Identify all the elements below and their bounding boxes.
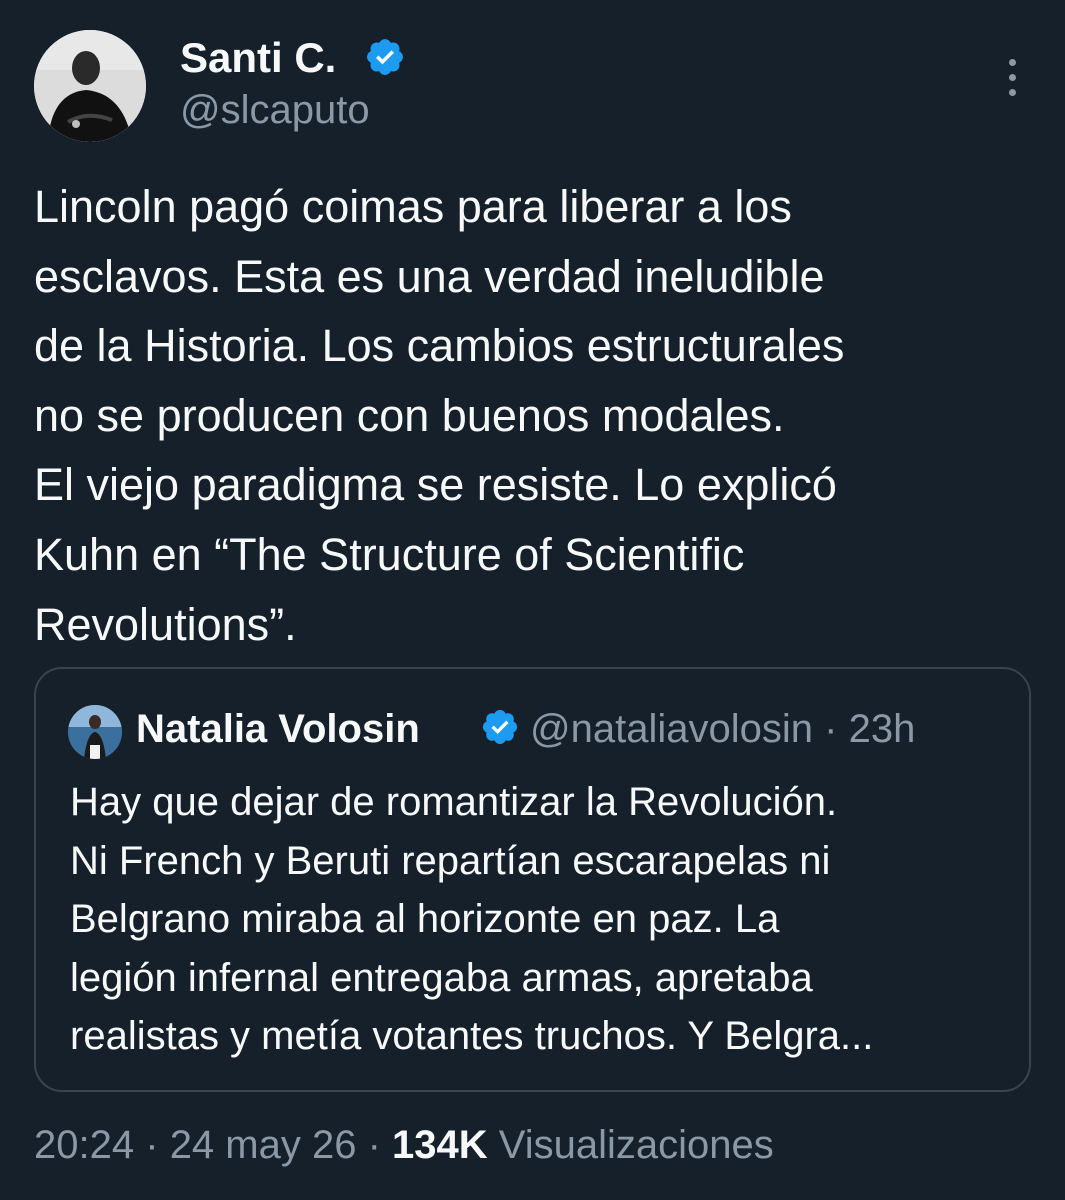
quote-handle-time[interactable]: @nataliavolosin · 23h	[530, 706, 915, 752]
tweet-meta: 20:24 · 24 may 26 · 134K Visualizaciones	[34, 1120, 774, 1170]
views-label[interactable]: Visualizaciones	[499, 1123, 774, 1167]
views-count[interactable]: 134K	[392, 1123, 488, 1167]
quote-author-handle[interactable]: @nataliavolosin	[530, 707, 813, 751]
more-dots-icon	[1009, 59, 1016, 66]
quote-author-name[interactable]: Natalia Volosin	[136, 706, 420, 752]
more-options-button[interactable]	[990, 54, 1036, 100]
tweet: Santi C. @slcaputo Lincoln pagó coimas p…	[0, 0, 1065, 1200]
quote-time[interactable]: 23h	[849, 707, 916, 751]
verified-badge-icon	[367, 39, 403, 75]
quote-author-avatar[interactable]	[68, 705, 122, 759]
quote-verified-badge-icon	[482, 709, 518, 745]
quote-text: Hay que dejar de romantizar la Revolució…	[70, 780, 874, 1059]
meta-separator: ·	[145, 1123, 159, 1167]
tweet-date[interactable]: 24 may 26	[170, 1123, 357, 1167]
meta-separator: ·	[367, 1123, 381, 1167]
author-avatar[interactable]	[34, 30, 146, 142]
author-name[interactable]: Santi C.	[180, 36, 336, 80]
author-handle[interactable]: @slcaputo	[180, 88, 370, 132]
quote-separator: ·	[824, 707, 838, 751]
tweet-text: Lincoln pagó coimas para liberar a los e…	[34, 181, 845, 650]
tweet-time[interactable]: 20:24	[34, 1123, 134, 1167]
quoted-tweet[interactable]: Natalia Volosin @nataliavolosin · 23h Ha…	[34, 667, 1031, 1092]
